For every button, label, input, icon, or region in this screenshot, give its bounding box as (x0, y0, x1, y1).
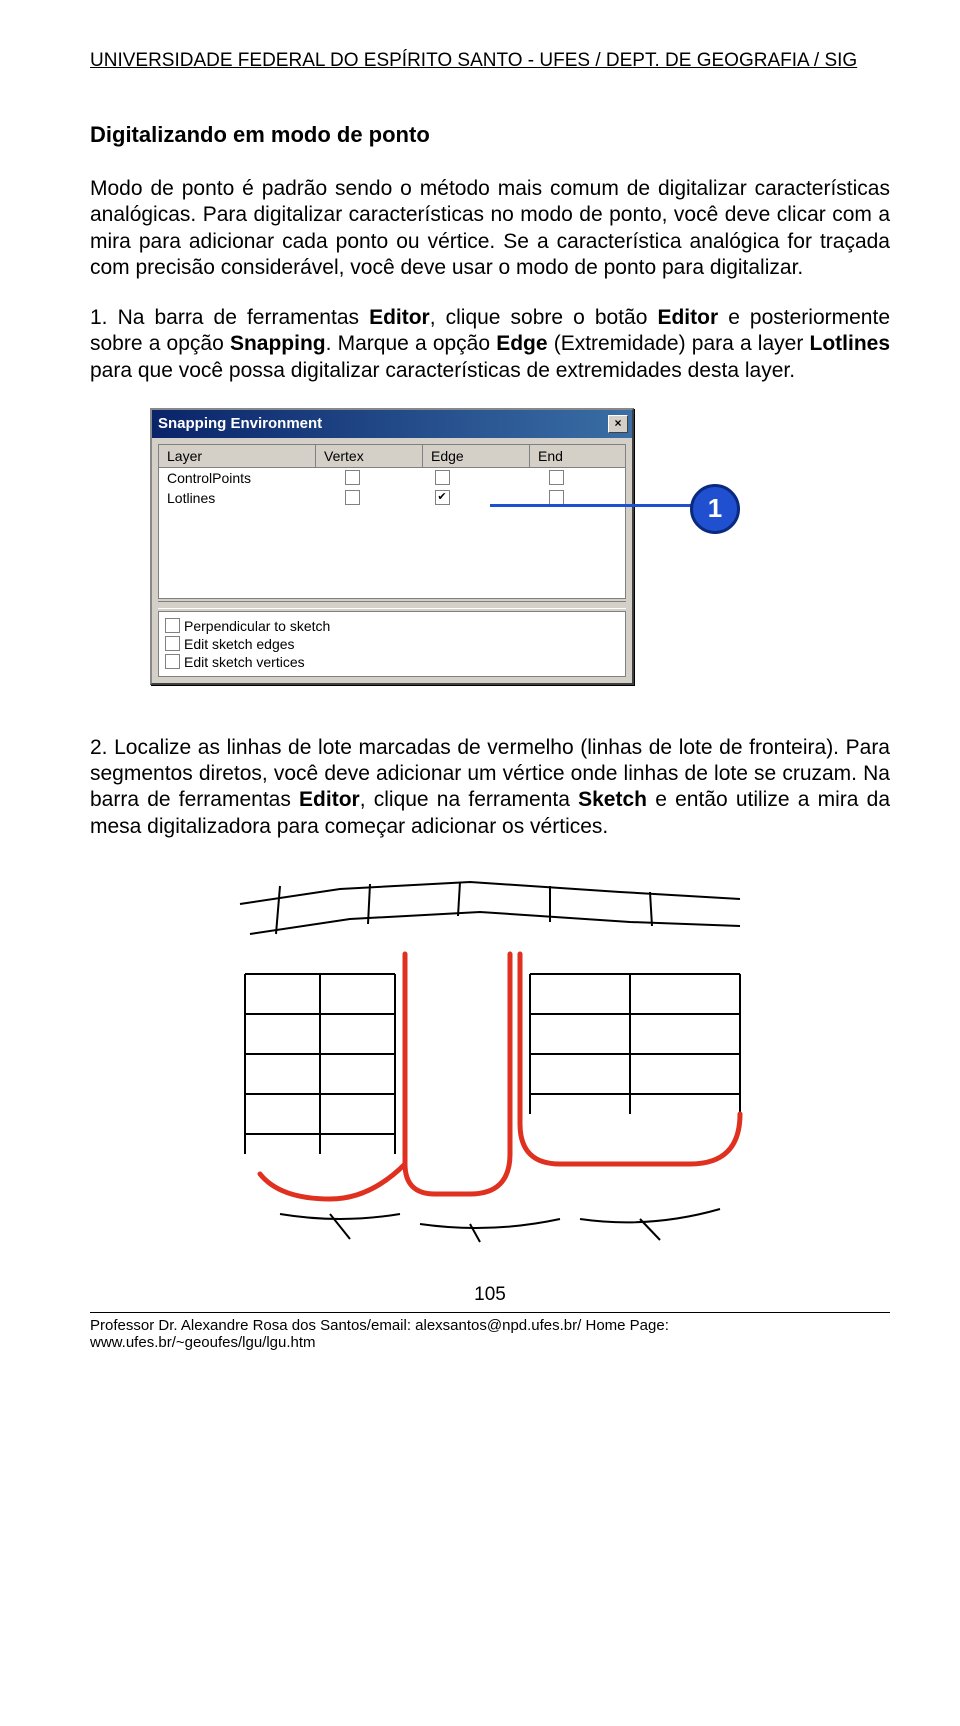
table-row: ControlPoints (159, 468, 625, 488)
checkbox-vertex-controlpoints[interactable] (345, 470, 360, 485)
lotlines-illustration (220, 864, 760, 1244)
bold-edge: Edge (496, 332, 547, 355)
bold-snapping: Snapping (230, 332, 326, 355)
callout-line (490, 504, 700, 507)
figure-snapping-environment: Snapping Environment × Layer Vertex Edge… (90, 408, 890, 685)
list-item: Edit sketch edges (165, 636, 619, 652)
option-label: Perpendicular to sketch (184, 618, 330, 634)
step-1: 1. Na barra de ferramentas Editor, cliqu… (90, 305, 890, 384)
page-number: 105 (90, 1284, 890, 1306)
checkbox-edit-vertices[interactable] (165, 654, 180, 669)
figure-lotlines (90, 864, 890, 1244)
checkbox-edge-lotlines[interactable]: ✔ (435, 490, 450, 505)
checkbox-end-controlpoints[interactable] (549, 470, 564, 485)
snapping-environment-window: Snapping Environment × Layer Vertex Edge… (150, 408, 634, 685)
text: , clique na ferramenta (360, 788, 578, 811)
checkbox-vertex-lotlines[interactable] (345, 490, 360, 505)
col-edge[interactable]: Edge (423, 445, 530, 468)
checkbox-perpendicular[interactable] (165, 618, 180, 633)
bold-lotlines: Lotlines (810, 332, 891, 355)
window-title: Snapping Environment (158, 415, 322, 432)
page-header: UNIVERSIDADE FEDERAL DO ESPÍRITO SANTO -… (90, 50, 890, 72)
list-item: Perpendicular to sketch (165, 618, 619, 634)
checkbox-edit-edges[interactable] (165, 636, 180, 651)
text: , clique sobre o botão (430, 306, 658, 329)
splitter[interactable] (158, 601, 626, 609)
bold-editor-1: Editor (369, 306, 430, 329)
col-vertex[interactable]: Vertex (316, 445, 423, 468)
sketch-snap-options: Perpendicular to sketch Edit sketch edge… (158, 611, 626, 677)
snap-grid-body: ControlPoints Lotlines ✔ (158, 468, 626, 599)
col-layer[interactable]: Layer (159, 445, 316, 468)
snap-grid-header: Layer Vertex Edge End (158, 444, 626, 468)
layer-name: ControlPoints (159, 470, 307, 486)
text: (Extremidade) para a layer (548, 332, 810, 355)
bold-sketch: Sketch (578, 788, 647, 811)
layer-name: Lotlines (159, 490, 307, 506)
callout-badge-1: 1 (690, 484, 740, 534)
page-footer: Professor Dr. Alexandre Rosa dos Santos/… (90, 1312, 890, 1351)
option-label: Edit sketch edges (184, 636, 295, 652)
option-label: Edit sketch vertices (184, 654, 305, 670)
list-item: Edit sketch vertices (165, 654, 619, 670)
section-title: Digitalizando em modo de ponto (90, 122, 890, 148)
intro-paragraph: Modo de ponto é padrão sendo o método ma… (90, 176, 890, 281)
text: . Marque a opção (326, 332, 497, 355)
text: 1. Na barra de ferramentas (90, 306, 369, 329)
checkbox-edge-controlpoints[interactable] (435, 470, 450, 485)
bold-editor-3: Editor (299, 788, 360, 811)
bold-editor-2: Editor (657, 306, 718, 329)
col-end[interactable]: End (530, 445, 625, 468)
titlebar[interactable]: Snapping Environment × (152, 410, 632, 438)
text: para que você possa digitalizar caracter… (90, 359, 795, 382)
step-2: 2. Localize as linhas de lote marcadas d… (90, 735, 890, 840)
close-icon[interactable]: × (608, 415, 628, 433)
